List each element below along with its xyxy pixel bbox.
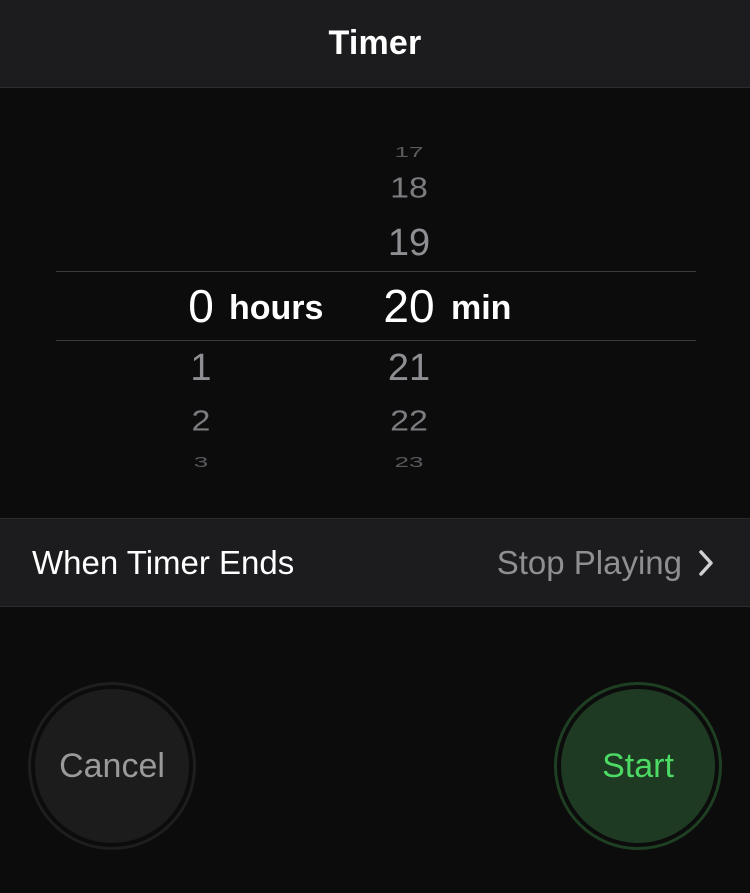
start-button-label: Start — [561, 689, 715, 843]
when-timer-ends-row[interactable]: When Timer Ends Stop Playing — [0, 518, 750, 607]
selection-divider-top — [56, 271, 696, 272]
minutes-unit-label: min — [451, 289, 512, 327]
start-button[interactable]: Start — [554, 682, 722, 850]
timer-duration-picker[interactable]: 17 18 19 0 hours 20 min 1 2 3 21 22 23 — [0, 89, 750, 518]
hours-wheel-item[interactable]: 2 — [160, 405, 242, 438]
page-title: Timer — [328, 24, 422, 62]
chevron-right-icon — [698, 548, 718, 578]
navigation-bar: Timer — [0, 0, 750, 88]
minutes-wheel-item[interactable]: 17 — [368, 144, 450, 161]
minutes-selected-value[interactable]: 20 — [368, 279, 450, 333]
selection-divider-bottom — [56, 340, 696, 341]
cancel-button-label: Cancel — [35, 689, 189, 843]
minutes-wheel-item[interactable]: 19 — [368, 222, 450, 265]
hours-unit-label: hours — [229, 289, 324, 327]
hours-wheel-item[interactable]: 1 — [160, 347, 242, 390]
minutes-wheel-item[interactable]: 23 — [368, 454, 450, 471]
minutes-wheel-item[interactable]: 22 — [368, 405, 450, 438]
when-timer-ends-value: Stop Playing — [496, 543, 682, 581]
hours-wheel-item[interactable]: 3 — [160, 454, 242, 471]
when-timer-ends-label: When Timer Ends — [32, 543, 295, 581]
minutes-wheel-item[interactable]: 18 — [368, 172, 450, 205]
cancel-button[interactable]: Cancel — [28, 682, 196, 850]
minutes-wheel-item[interactable]: 21 — [368, 347, 450, 390]
